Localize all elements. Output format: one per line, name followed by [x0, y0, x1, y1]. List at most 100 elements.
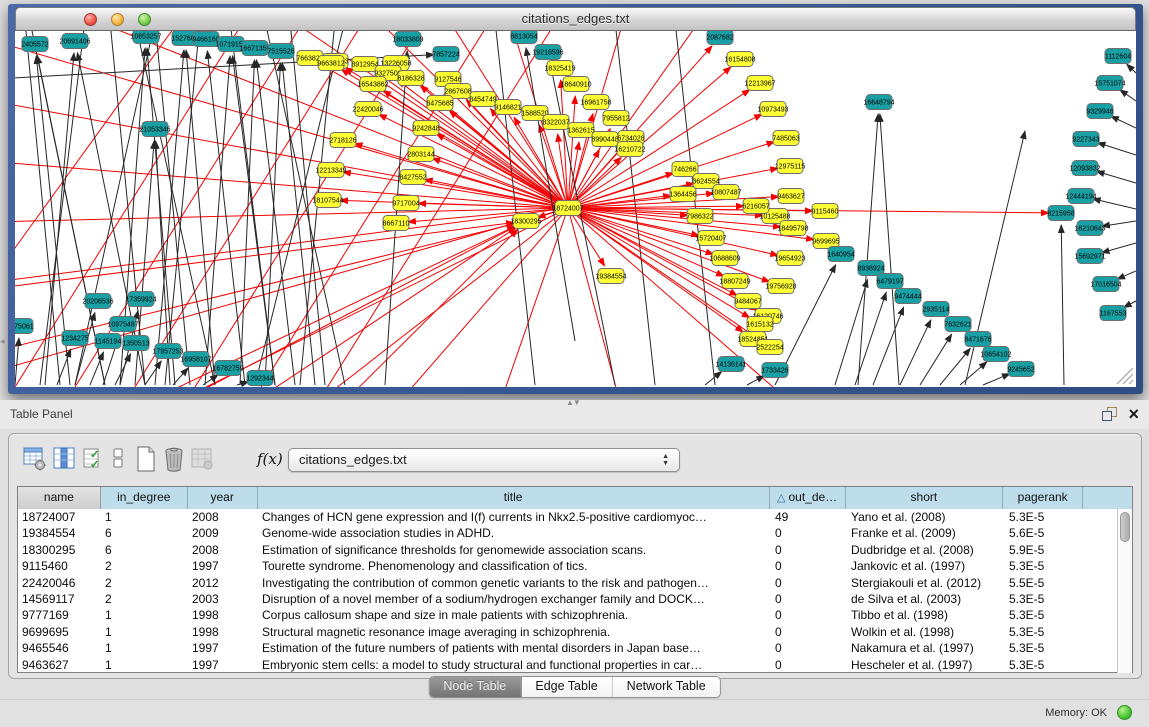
graph-node[interactable]: 1234275	[61, 331, 88, 346]
graph-node[interactable]: 9115460	[812, 204, 839, 219]
graph-node[interactable]: 9242848	[412, 121, 439, 136]
graph-node[interactable]: 17957253	[152, 344, 183, 359]
graph-node[interactable]: 2803144	[407, 147, 434, 162]
cell-pagerank[interactable]: 5.5E-5	[1005, 575, 1085, 591]
cell-title[interactable]: Tourette syndrome. Phenomenology and cla…	[258, 558, 771, 574]
cell-short[interactable]: Dudbridge et al. (2008)	[847, 542, 1005, 558]
graph-node[interactable]: 7857224	[432, 47, 459, 62]
graph-node[interactable]: 17359924	[125, 292, 156, 307]
graph-node[interactable]: 19218596	[532, 45, 563, 60]
graph-node[interactable]: 16648794	[863, 95, 894, 110]
cell-title[interactable]: Estimation of the future numbers of pati…	[258, 640, 771, 656]
cell-pagerank[interactable]: 5.3E-5	[1005, 624, 1085, 640]
graph-node[interactable]: 7485063	[772, 131, 799, 146]
column-header-filler[interactable]	[1083, 487, 1132, 509]
window-titlebar[interactable]: citations_edges.txt	[15, 7, 1136, 31]
graph-node[interactable]: 22420046	[352, 102, 383, 117]
graph-node[interactable]: 12213967	[744, 76, 775, 91]
cell-year[interactable]: 1998	[188, 624, 258, 640]
table-row[interactable]: 969969511998Structural magnetic resonanc…	[18, 624, 1132, 640]
graph-node[interactable]: 12975115	[775, 159, 806, 174]
cell-year[interactable]: 2008	[188, 509, 258, 525]
column-header-out_de…[interactable]: △out_de…	[770, 487, 846, 509]
cell-pagerank[interactable]: 5.3E-5	[1005, 640, 1085, 656]
cell-year[interactable]: 1997	[188, 558, 258, 574]
cell-in_degree[interactable]: 1	[101, 624, 188, 640]
graph-node[interactable]: 7632621	[944, 317, 971, 332]
graph-node[interactable]: 9227343	[1072, 132, 1099, 147]
table-row[interactable]: 911546021997Tourette syndrome. Phenomeno…	[18, 558, 1132, 574]
graph-node[interactable]: 1167553	[1100, 306, 1127, 321]
delete-column-icon[interactable]	[163, 446, 187, 472]
cell-in_degree[interactable]: 6	[101, 525, 188, 541]
graph-node[interactable]: 1350513	[122, 336, 149, 351]
cell-out_de…[interactable]: 0	[771, 591, 847, 607]
graph-node[interactable]: 1275061	[15, 319, 34, 334]
cell-name[interactable]: 14569117	[18, 591, 101, 607]
splitter-grip-icon[interactable]: ▲▼	[566, 398, 580, 407]
graph-node[interactable]: 9717004	[392, 196, 419, 211]
column-header-in_degree[interactable]: in_degree	[101, 487, 188, 509]
graph-node[interactable]: 16543862	[357, 77, 388, 92]
cell-name[interactable]: 19384554	[18, 525, 101, 541]
cell-pagerank[interactable]: 5.3E-5	[1005, 607, 1085, 623]
cell-pagerank[interactable]: 5.9E-5	[1005, 542, 1085, 558]
cell-out_de…[interactable]: 0	[771, 525, 847, 541]
cell-out_de…[interactable]: 0	[771, 657, 847, 673]
graph-node[interactable]: 1615132	[746, 317, 773, 332]
function-builder-icon[interactable]: f(x)	[255, 446, 285, 472]
graph-node[interactable]: 7955812	[602, 111, 629, 126]
tab-node-table[interactable]: Node Table	[429, 677, 521, 697]
table-select-dropdown[interactable]: citations_edges.txt ▲▼	[288, 448, 680, 472]
column-header-short[interactable]: short	[846, 487, 1004, 509]
graph-node[interactable]: 16958107	[180, 352, 211, 367]
graph-node[interactable]: 12093832	[1069, 161, 1100, 176]
cell-short[interactable]: Franke et al. (2009)	[847, 525, 1005, 541]
cell-name[interactable]: 18724007	[18, 509, 101, 525]
graph-node[interactable]: 8322037	[542, 115, 569, 130]
cell-short[interactable]: de Silva et al. (2003)	[847, 591, 1005, 607]
cell-title[interactable]: Changes of HCN gene expression and I(f) …	[258, 509, 771, 525]
graph-node[interactable]: 7515526	[267, 44, 294, 59]
column-header-pagerank[interactable]: pagerank	[1003, 487, 1083, 509]
cell-pagerank[interactable]: 5.6E-5	[1005, 525, 1085, 541]
cell-name[interactable]: 9463627	[18, 657, 101, 673]
table-row[interactable]: 1830029562008Estimation of significance …	[18, 542, 1132, 558]
graph-node[interactable]: 20206536	[82, 294, 113, 309]
cell-in_degree[interactable]: 1	[101, 640, 188, 656]
cell-year[interactable]: 2008	[188, 542, 258, 558]
graph-node[interactable]: 2405572	[21, 37, 48, 52]
table-row[interactable]: 1938455462009Genome-wide association stu…	[18, 525, 1132, 541]
graph-node[interactable]: 7986322	[686, 209, 713, 224]
cell-year[interactable]: 1997	[188, 640, 258, 656]
tab-network-table[interactable]: Network Table	[613, 677, 720, 697]
graph-node[interactable]: 2718126	[329, 133, 356, 148]
graph-node[interactable]: 8427552	[399, 170, 426, 185]
cell-out_de…[interactable]: 0	[771, 542, 847, 558]
scrollbar-thumb[interactable]	[1120, 512, 1130, 542]
table-row[interactable]: 2242004622012Investigating the contribut…	[18, 575, 1132, 591]
table-row[interactable]: 977716911998Corpus callosum shape and si…	[18, 607, 1132, 623]
graph-node[interactable]: 9663812	[317, 56, 344, 71]
cell-year[interactable]: 1997	[188, 657, 258, 673]
graph-node[interactable]: 1364456	[669, 187, 696, 202]
graph-node[interactable]: 9484067	[734, 294, 761, 309]
graph-node[interactable]: 8990448	[591, 132, 618, 147]
graph-node[interactable]: 8186328	[397, 71, 424, 86]
graph-node[interactable]: 10653257	[130, 31, 161, 44]
graph-node[interactable]: 17016504	[1090, 277, 1121, 292]
cell-title[interactable]: Estimation of significance thresholds fo…	[258, 542, 771, 558]
cell-pagerank[interactable]: 5.3E-5	[1005, 657, 1085, 673]
cell-title[interactable]: Investigating the contribution of common…	[258, 575, 771, 591]
cell-pagerank[interactable]: 5.3E-5	[1005, 509, 1085, 525]
graph-node[interactable]: 19654923	[774, 251, 805, 266]
select-columns-icon[interactable]: ✓ ✓	[83, 446, 105, 472]
graph-node[interactable]: 15751074	[1094, 76, 1125, 91]
graph-node[interactable]: 9146821	[494, 100, 521, 115]
graph-node[interactable]: 8215958	[1047, 206, 1074, 221]
cell-in_degree[interactable]: 1	[101, 607, 188, 623]
graph-node[interactable]: 14136141	[715, 357, 746, 372]
cell-name[interactable]: 9115460	[18, 558, 101, 574]
cell-year[interactable]: 2003	[188, 591, 258, 607]
graph-node[interactable]: 1145194	[95, 334, 122, 349]
